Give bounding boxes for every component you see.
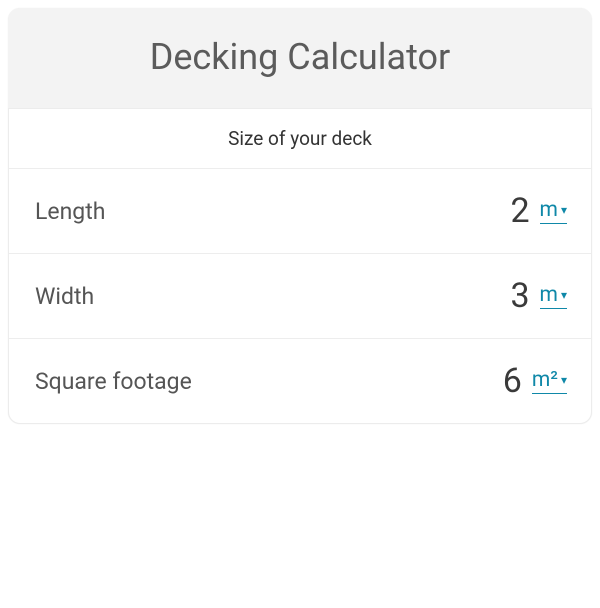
square-footage-label: Square footage — [35, 368, 192, 395]
row-length: Length 2 m ▾ — [9, 169, 591, 254]
width-input[interactable]: 3 — [490, 276, 530, 316]
width-unit-select[interactable]: m ▾ — [540, 283, 567, 309]
page-title: Decking Calculator — [8, 36, 592, 78]
section-title: Size of your deck — [9, 109, 591, 169]
row-width: Width 3 m ▾ — [9, 254, 591, 339]
row-square-footage: Square footage 6 m² ▾ — [9, 339, 591, 423]
calculator-card: Decking Calculator Size of your deck Len… — [8, 8, 592, 424]
width-unit-text: m — [540, 283, 558, 307]
width-value-group: 3 m ▾ — [490, 276, 567, 316]
width-label: Width — [35, 283, 94, 310]
length-value-group: 2 m ▾ — [490, 191, 567, 231]
chevron-down-icon: ▾ — [561, 203, 567, 217]
calculator-body: Size of your deck Length 2 m ▾ Width 3 m… — [8, 108, 592, 424]
length-label: Length — [35, 198, 105, 225]
square-footage-unit-text: m² — [532, 368, 558, 392]
square-footage-output[interactable]: 6 — [482, 361, 522, 401]
length-unit-text: m — [540, 198, 558, 222]
length-input[interactable]: 2 — [490, 191, 530, 231]
header: Decking Calculator — [8, 8, 592, 108]
length-unit-select[interactable]: m ▾ — [540, 198, 567, 224]
chevron-down-icon: ▾ — [561, 288, 567, 302]
chevron-down-icon: ▾ — [561, 373, 567, 387]
square-footage-value-group: 6 m² ▾ — [482, 361, 567, 401]
square-footage-unit-select[interactable]: m² ▾ — [532, 368, 567, 394]
